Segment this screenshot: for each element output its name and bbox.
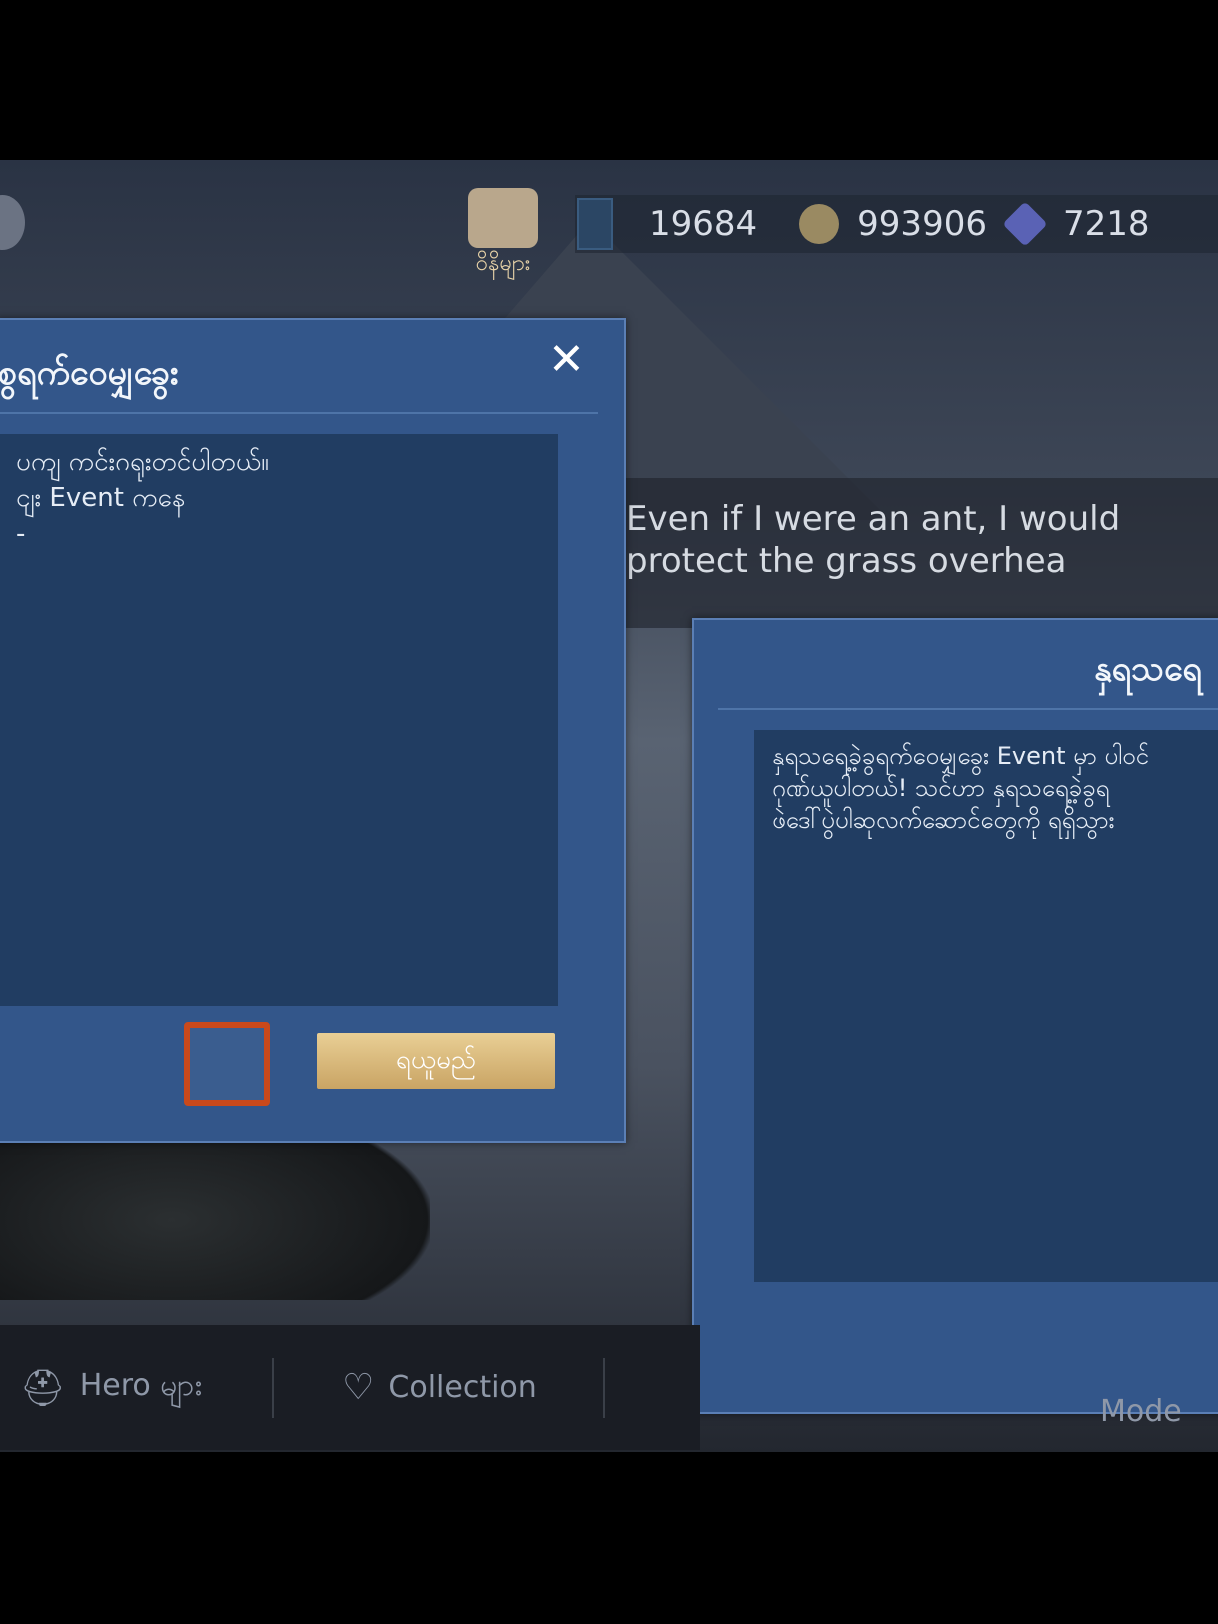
dialog-body: ပကျ ကင်းဂရုးတင်ပါတယ်။ ငျး Event ကနေ - <box>0 434 558 1006</box>
shop-label: ဝိနိများ <box>475 251 531 276</box>
divider <box>602 1357 605 1418</box>
diamond-count: 7218 <box>1062 204 1150 244</box>
currency-bar: 19684 993906 7218 <box>575 195 1218 253</box>
body-line: ဂုဏ်ယူပါတယ်! သင်ဟာ နှရသရေ့ခဲ့ခွရ <box>772 774 1110 802</box>
reward-avatar-frame[interactable] <box>184 1022 270 1106</box>
gold-count: 993906 <box>857 204 987 244</box>
dialog-body: နှရသရေ့ခဲ့ခွရက်ဝေမျှခွေး Event မှာ ပါဝင်… <box>754 730 1218 1282</box>
nav-mode[interactable]: Mode <box>1100 1394 1182 1422</box>
event-reward-dialog: စွရက်ဝေမျှခွေး ✕ ပကျ ကင်းဂရုးတင်ပါတယ်။ င… <box>0 318 626 1143</box>
close-icon[interactable]: ✕ <box>548 334 585 385</box>
body-line: နှရသရေ့ခဲ့ခွရက်ဝေမျှခွေး Event မှာ ပါဝင် <box>772 742 1149 770</box>
body-line: ဖဲဒေါ်ပွဲပါဆုလက်ဆောင်တွေကို ရရှိသွား <box>772 806 1115 834</box>
shop-icon <box>468 188 538 248</box>
nav-collection[interactable]: ♡ Collection <box>274 1367 567 1408</box>
ticket-count: 19684 <box>649 204 758 244</box>
nav-heroes[interactable]: ⛑ Hero များ <box>0 1365 232 1410</box>
claim-button[interactable]: ရယူမည် <box>317 1033 555 1089</box>
gold-coin-icon <box>799 204 840 244</box>
diamond-icon <box>1002 201 1048 247</box>
divider <box>718 708 1218 710</box>
event-info-dialog: နှရသရေ နှရသရေ့ခဲ့ခွရက်ဝေမျှခွေး Event မှ… <box>692 618 1218 1414</box>
ticket-icon <box>577 198 613 250</box>
nav-label: Hero များ <box>79 1368 203 1403</box>
nav-label: Collection <box>388 1370 537 1405</box>
shop-button[interactable]: ဝိနိများ <box>458 188 548 281</box>
bottom-nav: ⛑ Hero များ ♡ Collection <box>0 1325 700 1450</box>
hero-quote: Even if I were an ant, I would protect t… <box>600 478 1218 628</box>
body-line: - <box>16 519 26 549</box>
body-line: ငျး Event ကနေ <box>16 483 186 513</box>
heart-shield-icon: ♡ <box>342 1367 375 1408</box>
helmet-icon: ⛑ <box>20 1367 66 1409</box>
body-line: ပကျ ကင်းဂရုးတင်ပါတယ်။ <box>16 447 269 477</box>
dialog-title: နှရသရေ <box>1094 649 1202 689</box>
dialog-title: စွရက်ဝေမျှခွေး <box>0 353 179 393</box>
divider <box>0 412 598 414</box>
